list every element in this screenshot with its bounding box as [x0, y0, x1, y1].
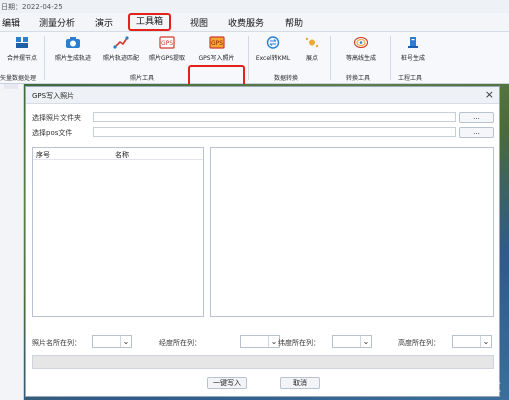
group-conversion-tools: 转换工具	[346, 75, 371, 82]
preview-panel	[210, 147, 494, 317]
write-progress-bar	[32, 355, 494, 369]
ribbon-separator	[390, 36, 391, 80]
camera-icon	[65, 36, 81, 49]
column-header-index[interactable]: 序号	[36, 150, 50, 160]
ribbon-separator	[44, 36, 45, 80]
write-all-button[interactable]: 一键写入	[207, 377, 247, 389]
close-icon[interactable]: ×	[485, 88, 494, 101]
menu-item-measure[interactable]: 测量分析	[39, 16, 75, 29]
photo-folder-input[interactable]	[93, 112, 456, 122]
photo-track-label: 照片生成轨迹	[54, 55, 91, 62]
column-header-name[interactable]: 名称	[115, 150, 129, 160]
svg-text:GPS: GPS	[161, 40, 173, 47]
pos-file-input[interactable]	[93, 127, 456, 137]
menu-bar: 编辑 测量分析 演示 工具箱 视图 收费服务 帮助	[0, 13, 509, 32]
cancel-button[interactable]: 取消	[280, 377, 320, 389]
gps-write-photo-button[interactable]: GPS GPS写入照片	[190, 36, 243, 62]
longitude-column-label: 经度所在列：	[159, 339, 201, 347]
photo-track-button[interactable]: 照片生成轨迹	[50, 36, 96, 62]
plot-points-button[interactable]: 展点	[298, 36, 326, 62]
contour-label: 等高线生成	[345, 55, 376, 62]
photo-list-header: 序号 名称	[33, 148, 203, 160]
group-engineering-tools: 工程工具	[398, 75, 423, 82]
longitude-column-select[interactable]: ⌄	[240, 335, 280, 348]
menu-item-help[interactable]: 帮助	[285, 16, 303, 29]
menu-item-view[interactable]: 视图	[190, 16, 208, 29]
pos-file-browse-button[interactable]: ...	[459, 127, 494, 138]
menu-item-toolbox[interactable]: 工具箱	[128, 13, 172, 31]
excel-to-kml-button[interactable]: Excel转KML	[250, 36, 296, 62]
chevron-down-icon[interactable]: ⌄	[480, 336, 491, 347]
left-panel-cap	[4, 84, 18, 89]
plot-points-label: 展点	[305, 55, 318, 62]
chevron-down-icon[interactable]: ⌄	[120, 336, 131, 347]
merge-nodes-button[interactable]: 合并摆节点	[2, 36, 42, 62]
track-match-button[interactable]: 照片轨迹匹配	[98, 36, 144, 62]
photo-name-column-select[interactable]: ⌄	[92, 335, 132, 348]
svg-text:GPS: GPS	[210, 40, 222, 47]
watermark: 搜狐号@三维地图技术社区	[381, 383, 501, 394]
ribbon-toolbar: 合并摆节点 照片生成轨迹 照片轨迹匹配 GPS 照片GPS提取 GPS GPS写…	[0, 32, 509, 102]
menu-item-paid-services[interactable]: 收费服务	[228, 16, 264, 29]
gps-write-icon: GPS	[208, 36, 225, 49]
stake-number-label: 桩号生成	[400, 55, 425, 62]
gps-extract-label: 照片GPS提取	[148, 55, 186, 62]
grid-icon	[14, 36, 30, 49]
contour-icon	[353, 36, 369, 49]
altitude-column-label: 高度所在列：	[398, 339, 440, 347]
dialog-title-bar: GPS写入照片 ×	[26, 87, 499, 104]
photo-folder-browse-button[interactable]: ...	[459, 112, 494, 123]
photo-folder-label: 选择照片文件夹	[32, 114, 81, 122]
point-icon	[304, 36, 320, 49]
latitude-column-label: 纬度所在列：	[278, 339, 320, 347]
gps-icon: GPS	[159, 36, 175, 49]
stake-icon	[405, 36, 421, 49]
group-photo-tools: 照片工具	[130, 75, 155, 82]
chevron-down-icon[interactable]: ⌄	[360, 336, 371, 347]
menu-item-edit[interactable]: 编辑	[2, 16, 20, 29]
gps-write-dialog: GPS写入照片 × 选择照片文件夹 ... 选择pos文件 ... 序号 名称 …	[25, 86, 500, 397]
gps-write-photo-label: GPS写入照片	[198, 55, 235, 62]
track-match-label: 照片轨迹匹配	[102, 55, 139, 62]
date-bar: 日期：2022-04-25	[0, 0, 509, 13]
left-panel-strip	[0, 84, 24, 400]
merge-nodes-label: 合并摆节点	[6, 55, 37, 62]
menu-item-demo[interactable]: 演示	[95, 16, 113, 29]
convert-icon	[265, 36, 281, 49]
gps-extract-button[interactable]: GPS 照片GPS提取	[146, 36, 188, 62]
latitude-column-select[interactable]: ⌄	[332, 335, 372, 348]
date-text: 日期：2022-04-25	[1, 3, 63, 11]
dialog-title: GPS写入照片	[32, 92, 75, 100]
photo-list[interactable]: 序号 名称	[32, 147, 204, 317]
ribbon-separator	[248, 36, 249, 80]
excel-to-kml-label: Excel转KML	[255, 55, 291, 62]
altitude-column-select[interactable]: ⌄	[452, 335, 492, 348]
pos-file-label: 选择pos文件	[32, 129, 73, 137]
ribbon-separator	[330, 36, 331, 80]
group-data-conversion: 数据转换	[274, 75, 299, 82]
route-icon	[113, 36, 129, 49]
contour-button[interactable]: 等高线生成	[336, 36, 386, 62]
stake-number-button[interactable]: 桩号生成	[394, 36, 432, 62]
photo-name-column-label: 照片名所在列：	[32, 339, 81, 347]
group-vector-processing: 矢量数据处理	[0, 75, 37, 82]
